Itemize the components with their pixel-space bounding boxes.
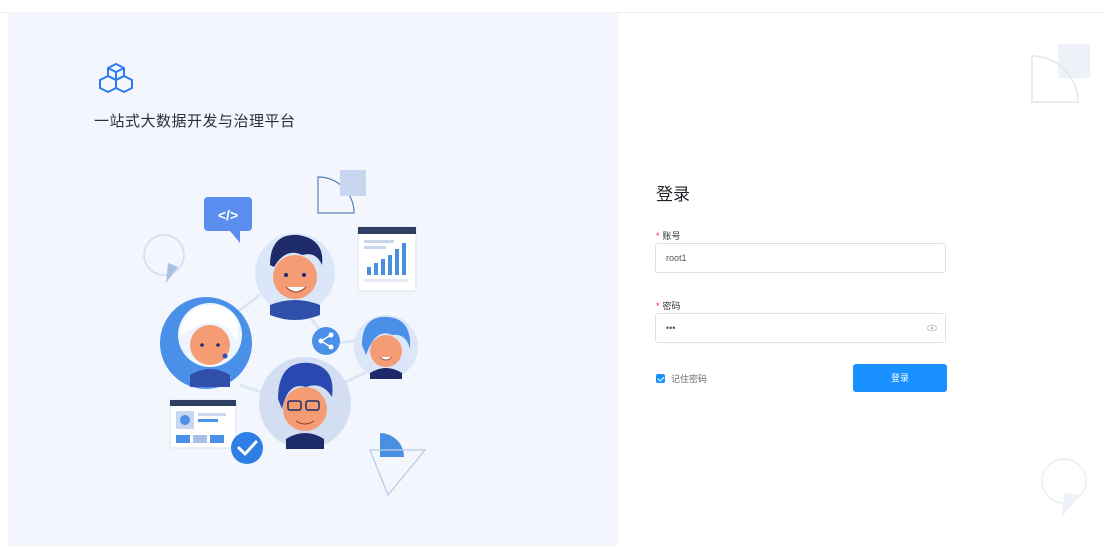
- person-avatar-bottom: [259, 357, 351, 449]
- password-label: * 密码: [656, 301, 681, 311]
- brand-title: 一站式大数据开发与治理平台: [94, 113, 296, 130]
- top-border: [0, 0, 1105, 13]
- person-avatar-right: [354, 315, 418, 379]
- code-bubble-icon: </>: [204, 197, 252, 243]
- account-input[interactable]: root1: [655, 243, 946, 273]
- share-icon: [312, 327, 340, 355]
- required-mark: *: [656, 231, 660, 241]
- check-circle-icon: [231, 432, 263, 464]
- chart-card-icon: [357, 226, 417, 292]
- login-title: 登录: [656, 185, 690, 204]
- logo-icon: [99, 63, 133, 93]
- team-illustration: </>: [143, 170, 427, 497]
- account-label: * 账号: [656, 231, 681, 241]
- remember-label: 记住密码: [671, 374, 708, 384]
- login-button[interactable]: 登录: [853, 364, 947, 392]
- svg-text:</>: </>: [218, 207, 238, 223]
- person-avatar-top: [255, 233, 335, 320]
- remember-password[interactable]: 记住密码: [656, 372, 707, 385]
- password-input[interactable]: •••: [655, 313, 946, 343]
- remember-checkbox[interactable]: [656, 374, 665, 383]
- deco-bubble-icon: [1041, 458, 1087, 517]
- eye-icon[interactable]: [927, 323, 937, 333]
- person-avatar-left: [160, 297, 252, 389]
- required-mark: *: [656, 301, 660, 311]
- dashboard-card-icon: [169, 399, 237, 449]
- deco-quarter-icon: [1031, 44, 1090, 103]
